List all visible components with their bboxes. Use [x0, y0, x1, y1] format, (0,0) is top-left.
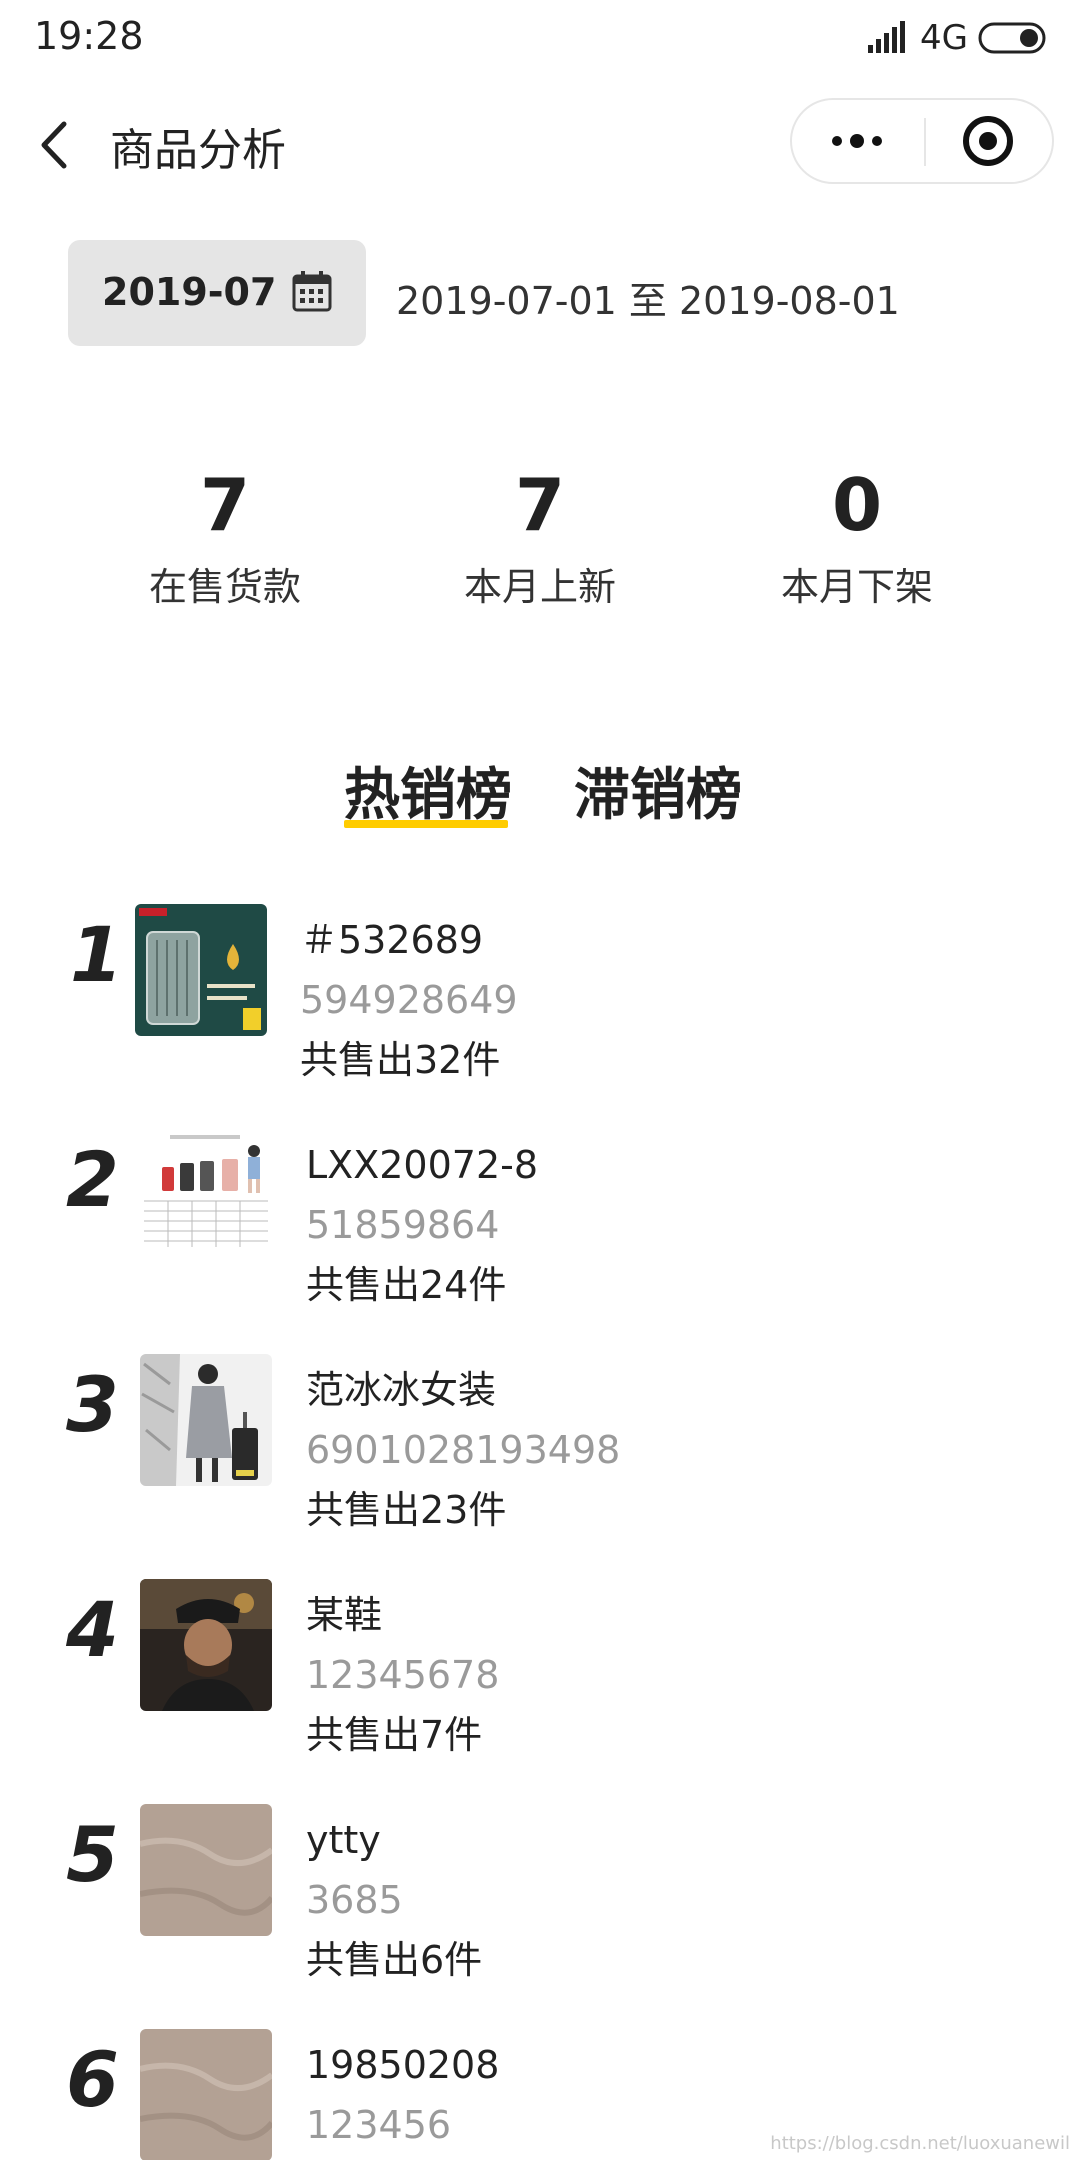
item-name: ytty: [306, 1818, 381, 1862]
selected-month: 2019-07: [102, 270, 277, 314]
stone-texture-image: [140, 2029, 272, 2160]
rank-number: 5: [66, 1810, 119, 1899]
list-item[interactable]: 4 某鞋 12345678 共售出7件: [0, 1579, 1080, 1804]
more-dots-icon: [832, 136, 842, 146]
mini-program-capsule: [790, 98, 1054, 184]
stone-texture-image: [140, 1804, 272, 1936]
item-info: 范冰冰女装 6901028193498 共售出23件: [306, 1360, 620, 1540]
battery-icon: [978, 22, 1046, 54]
stat-value: 7: [199, 463, 251, 547]
suitcase-ad-image: [135, 904, 267, 1036]
item-code: 6901028193498: [306, 1428, 621, 1472]
item-code: 594928649: [300, 978, 518, 1022]
stat-label: 在售货款: [148, 565, 301, 609]
item-code: 3685: [306, 1878, 403, 1922]
list-item[interactable]: 3 范冰冰女装 6901028193498 共售出23件: [0, 1354, 1080, 1579]
item-info: ＃532689 594928649 共售出32件: [300, 910, 518, 1090]
list-item[interactable]: 5 ytty 3685 共售出6件: [0, 1804, 1080, 2029]
item-sold-count: 共售出24件: [306, 1263, 507, 1307]
date-range: 2019-07-01 至 2019-08-01: [396, 279, 900, 323]
item-name: 范冰冰女装: [306, 1368, 497, 1412]
luggage-size-chart-image: [140, 1129, 272, 1261]
item-sold-count: 共售出32件: [300, 1038, 501, 1082]
stat-label: 本月下架: [780, 565, 933, 609]
signal-icon: [868, 21, 906, 53]
item-code: 12345678: [306, 1653, 500, 1697]
watermark: https://blog.csdn.net/luoxuanewil: [770, 2133, 1070, 2154]
stat-value: 0: [831, 463, 883, 547]
item-code: 51859864: [306, 1203, 500, 1247]
target-icon: [963, 116, 1013, 166]
item-sold-count: 共售出6件: [306, 1938, 483, 1982]
nav-bar: 商品分析: [0, 90, 1080, 200]
woman-coat-suitcase-image: [140, 1354, 272, 1486]
item-info: 19850208 123456: [306, 2035, 499, 2155]
list-item[interactable]: 1 ＃532689 594928649 共售出32件: [0, 904, 1080, 1129]
item-info: 某鞋 12345678 共售出7件: [306, 1585, 499, 1765]
rank-number: 1: [70, 910, 123, 999]
rank-number: 3: [66, 1360, 119, 1449]
more-dots-icon-center: [850, 134, 864, 148]
close-miniprogram-button[interactable]: [926, 100, 1054, 182]
status-indicators: 4G: [866, 16, 1050, 60]
page-title: 商品分析: [110, 125, 286, 176]
status-time: 19:28: [34, 14, 144, 58]
tab-hot-sales[interactable]: 热销榜: [344, 750, 512, 831]
product-analysis-page: 19:28 4G 商品分析 2019-07 2019-07-01 至 2019-…: [0, 0, 1080, 2160]
chevron-left-icon: [41, 121, 67, 169]
item-info: ytty 3685 共售出6件: [306, 1810, 482, 1990]
tab-slow-sales[interactable]: 滞销榜: [574, 750, 742, 831]
item-code: 123456: [306, 2103, 452, 2147]
item-name: 19850208: [306, 2043, 500, 2087]
calendar-icon: [292, 271, 332, 312]
stat-removed-this-month: 0 本月下架: [707, 460, 1007, 611]
list-item[interactable]: 2 LXX20072-8 51859864 共售出24件: [0, 1129, 1080, 1354]
stat-value: 7: [514, 463, 566, 547]
month-picker-button[interactable]: 2019-07: [68, 240, 366, 346]
rank-number: 4: [66, 1585, 119, 1674]
back-button[interactable]: [30, 110, 100, 180]
status-bar: 19:28 4G: [0, 0, 1080, 80]
more-button[interactable]: [792, 100, 924, 182]
item-name: 某鞋: [306, 1593, 383, 1637]
active-tab-indicator: [344, 820, 508, 828]
item-info: LXX20072-8 51859864 共售出24件: [306, 1135, 538, 1315]
stat-on-sale: 7 在售货款: [75, 460, 375, 611]
stat-new-this-month: 7 本月上新: [390, 460, 690, 611]
item-sold-count: 共售出7件: [306, 1713, 483, 1757]
rank-number: 6: [66, 2035, 119, 2124]
item-sold-count: 共售出23件: [306, 1488, 507, 1532]
more-dots-icon-right: [872, 136, 882, 146]
stat-label: 本月上新: [463, 565, 616, 609]
man-portrait-image: [140, 1579, 272, 1711]
rank-number: 2: [66, 1135, 119, 1224]
item-name: LXX20072-8: [306, 1143, 539, 1187]
item-name: ＃532689: [300, 918, 484, 962]
network-label: 4G: [920, 18, 968, 58]
